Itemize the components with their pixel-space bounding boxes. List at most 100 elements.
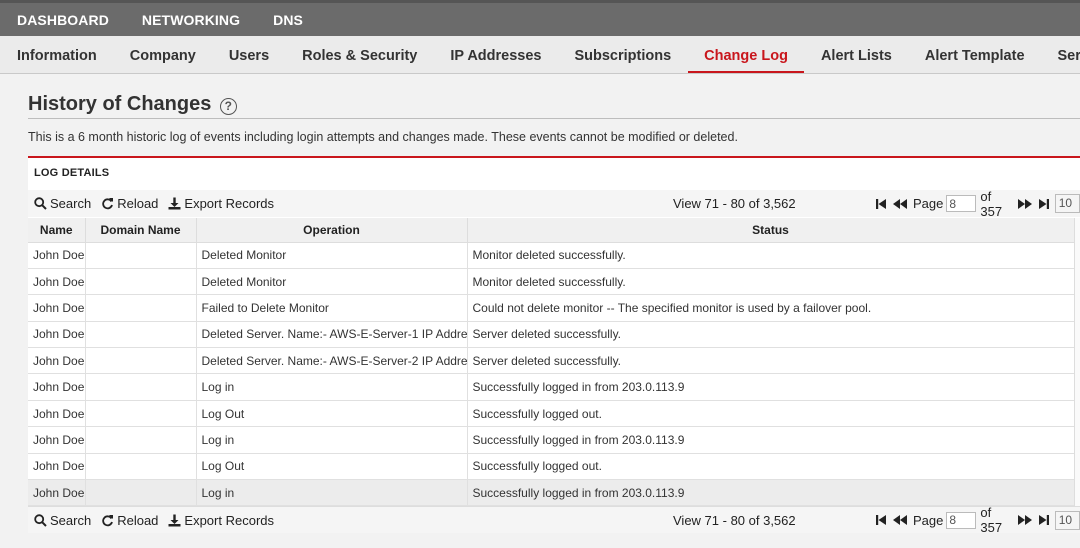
tab-roles-security[interactable]: Roles & Security [302,36,417,73]
cell-status: Monitor deleted successfully. [467,242,1075,269]
cell-status: Successfully logged out. [467,400,1075,428]
cell-status: Server deleted successfully. [467,321,1075,349]
cell-status: Successfully logged in from 203.0.113.9 [467,479,1075,507]
table-row[interactable]: John Doe Deleted Monitor Monitor deleted s… [28,268,1075,296]
first-page-icon[interactable] [876,514,887,526]
tab-server-status[interactable]: Server Status [1058,36,1080,73]
cell-name: John Doe [28,426,86,454]
cell-domain [85,268,197,296]
log-details-panel: LOG DETAILS Search Reload Export Records… [28,156,1080,535]
tab-subscriptions[interactable]: Subscriptions [574,36,671,73]
cell-operation: Deleted Server. Name:- AWS-E-Server-1 IP… [196,321,468,349]
table-row[interactable]: John Doe Deleted Server. Name:- AWS-E-Ser… [28,347,1075,375]
cell-name: John Doe [28,479,86,507]
reload-button[interactable]: Reload [101,513,158,528]
tab-users[interactable]: Users [229,36,269,73]
nav-networking[interactable]: NETWORKING [142,12,240,28]
cell-status: Monitor deleted successfully. [467,268,1075,296]
column-header-domain-name[interactable]: Domain Name [85,218,197,243]
pager: Page of 357 10 [876,189,1080,219]
question-circle-icon[interactable]: ? [219,98,237,115]
table-row[interactable]: John Doe Deleted Server. Name:- AWS-E-Ser… [28,321,1075,349]
cell-name: John Doe [28,347,86,375]
column-header-operation[interactable]: Operation [196,218,468,243]
cell-name: John Doe [28,294,86,322]
table-row[interactable]: John Doe Log in Successfully logged in fro… [28,373,1075,401]
refresh-icon [102,198,114,210]
record-count: View 71 - 80 of 3,562 [673,512,796,528]
page-total: of 357 [980,505,1003,535]
search-button[interactable]: Search [34,196,91,211]
page-number-input[interactable] [946,511,977,529]
search-button[interactable]: Search [34,513,91,528]
table-row[interactable]: John Doe Log Out Successfully logged out. [28,453,1075,481]
refresh-icon [102,514,114,526]
cell-operation: Log in [196,373,468,401]
next-page-icon[interactable] [1017,514,1032,526]
cell-operation: Log Out [196,400,468,428]
page-title: History of Changes [28,93,212,115]
cell-operation: Deleted Server. Name:- AWS-E-Server-2 IP… [196,347,468,375]
cell-operation: Failed to Delete Monitor [196,294,468,322]
cell-domain [85,400,197,428]
nav-dashboard[interactable]: DASHBOARD [17,12,109,28]
column-header-name[interactable]: Name [28,218,86,243]
table-row[interactable]: John Doe Deleted Monitor Monitor deleted s… [28,242,1075,269]
cell-domain [85,373,197,401]
table-row[interactable]: John Doe Log in Successfully logged in fro… [28,426,1075,454]
tab-company[interactable]: Company [130,36,196,73]
cell-name: John Doe [28,268,86,296]
table-row[interactable]: John Doe Log Out Successfully logged out. [28,400,1075,428]
tab-alert-lists[interactable]: Alert Lists [821,36,892,73]
cell-name: John Doe [28,400,86,428]
reload-button[interactable]: Reload [101,196,158,211]
search-label: Search [50,512,92,528]
first-page-icon[interactable] [876,198,887,210]
rows-per-page-select[interactable]: 10 [1054,510,1080,530]
export-records-button[interactable]: Export Records [168,196,274,211]
cell-status: Successfully logged in from 203.0.113.9 [467,426,1075,454]
tab-information[interactable]: Information [17,36,97,73]
rows-per-page-select[interactable]: 10 [1054,194,1080,213]
cell-operation: Log in [196,479,468,507]
nav-dns[interactable]: DNS [273,12,303,28]
cell-status: Successfully logged out. [467,453,1075,481]
cell-status: Could not delete monitor -- The specifie… [467,294,1075,322]
record-count: View 71 - 80 of 3,562 [673,196,796,211]
tab-alert-template[interactable]: Alert Template [925,36,1025,73]
top-toolbar: Search Reload Export Records View 71 - 8… [28,189,1080,219]
top-navigation: DASHBOARD NETWORKING DNS [0,0,1080,36]
search-label: Search [50,196,92,211]
cell-status: Server deleted successfully. [467,347,1075,375]
page-header: History of Changes ? [28,93,1080,119]
last-page-icon[interactable] [1038,198,1049,210]
page-number-input[interactable] [946,195,977,212]
search-icon [34,197,47,210]
tab-change-log[interactable]: Change Log [688,36,804,73]
cell-domain [85,426,197,454]
previous-page-icon[interactable] [893,198,907,210]
cell-status: Successfully logged in from 203.0.113.9 [467,373,1075,401]
page-total: of 357 [980,188,1003,219]
cell-operation: Deleted Monitor [196,242,468,269]
cell-name: John Doe [28,321,86,349]
table-scrollbar[interactable] [1074,218,1080,506]
table-row[interactable]: John Doe Failed to Delete Monitor Could no… [28,294,1075,322]
cell-operation: Log in [196,426,468,454]
table-header-row: Name Domain Name Operation Status [28,218,1075,243]
table-row[interactable]: John Doe Log in Successfully logged in fro… [28,479,1075,507]
cell-operation: Deleted Monitor [196,268,468,296]
cell-domain [85,321,197,349]
cell-name: John Doe [28,373,86,401]
export-records-button[interactable]: Export Records [168,513,274,528]
export-label: Export Records [184,196,274,211]
pager: Page of 357 10 [876,505,1080,535]
download-icon [168,514,181,526]
cell-domain [85,242,197,269]
next-page-icon[interactable] [1017,198,1032,210]
column-header-status[interactable]: Status [467,218,1075,243]
tab-ip-addresses[interactable]: IP Addresses [450,36,541,73]
last-page-icon[interactable] [1038,514,1049,526]
previous-page-icon[interactable] [893,514,907,526]
page-description: This is a 6 month historic log of events… [28,130,738,144]
